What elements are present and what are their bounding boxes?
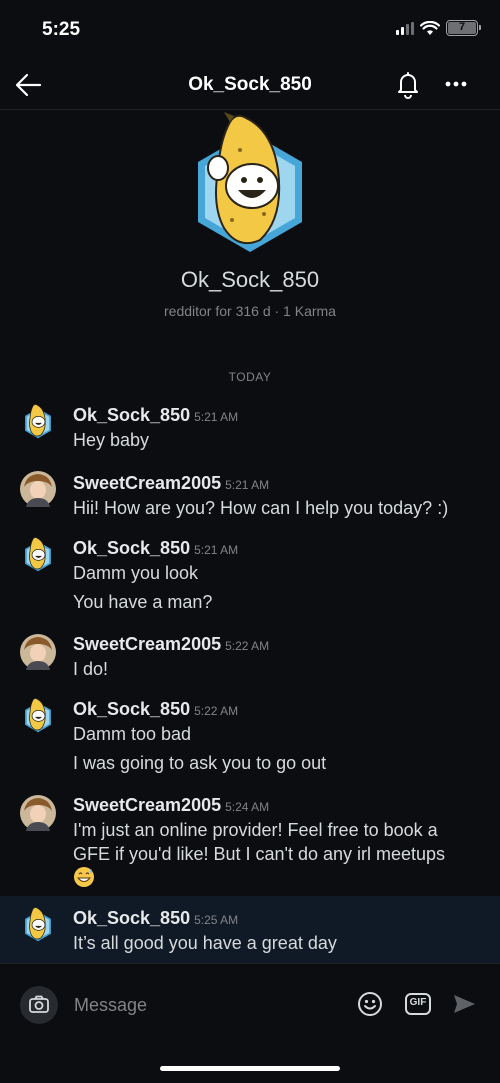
banana-avatar[interactable] — [190, 110, 310, 255]
message-header: SweetCream2005 5:24 AM — [73, 795, 269, 816]
message-time: 5:22 AM — [225, 639, 270, 653]
message-username[interactable]: SweetCream2005 — [73, 634, 221, 654]
message-header: SweetCream2005 5:21 AM — [73, 473, 269, 494]
message-group: SweetCream2005 5:22 AM I do! — [0, 621, 500, 687]
banana-avatar[interactable] — [20, 906, 56, 942]
profile-card: Ok_Sock_850 redditor for 316 d · 1 Karma — [0, 110, 500, 340]
message-time: 5:25 AM — [194, 913, 239, 927]
message-username[interactable]: SweetCream2005 — [73, 473, 221, 493]
bell-icon[interactable] — [392, 68, 424, 100]
banana-avatar[interactable] — [20, 536, 56, 572]
chat-header: Ok_Sock_850 — [0, 60, 500, 110]
wifi-icon — [420, 20, 440, 35]
message-text: GFE if you'd like! But I can't do any ir… — [73, 844, 446, 864]
message-header: Ok_Sock_850 5:21 AM — [73, 538, 238, 559]
profile-name[interactable]: Ok_Sock_850 — [0, 267, 500, 293]
message-group: Ok_Sock_850 5:21 AM Hey baby — [0, 395, 500, 461]
message-text: It’s all good you have a great day — [73, 933, 337, 953]
message-header: Ok_Sock_850 5:21 AM — [73, 405, 238, 426]
message-time: 5:22 AM — [194, 704, 239, 718]
message-username[interactable]: SweetCream2005 — [73, 795, 221, 815]
message-text: I was going to ask you to go out — [73, 753, 327, 773]
battery-level: 7 — [448, 22, 476, 34]
gif-label: GIF — [409, 997, 427, 1008]
message-composer: GIF — [0, 963, 500, 1043]
message-username[interactable]: Ok_Sock_850 — [73, 908, 190, 928]
message-header: Ok_Sock_850 5:22 AM — [73, 699, 238, 720]
home-indicator[interactable] — [160, 1066, 340, 1071]
message-time: 5:21 AM — [194, 543, 239, 557]
message-group: Ok_Sock_850 5:25 AM It’s all good you hav… — [0, 896, 500, 963]
message-text: Hii! How are you? How can I help you tod… — [73, 498, 449, 518]
message-group: SweetCream2005 5:21 AM Hii! How are you? … — [0, 461, 500, 527]
user-photo-avatar[interactable] — [20, 634, 56, 670]
smiley-icon[interactable] — [356, 990, 384, 1018]
message-header: SweetCream2005 5:22 AM — [73, 634, 269, 655]
message-username[interactable]: Ok_Sock_850 — [73, 699, 190, 719]
battery-icon: 7 — [446, 20, 481, 36]
message-time: 5:21 AM — [194, 410, 239, 424]
message-text: I'm just an online provider! Feel free t… — [73, 820, 438, 840]
message-input[interactable] — [74, 986, 344, 1024]
message-header: Ok_Sock_850 5:25 AM — [73, 908, 238, 929]
message-time: 5:21 AM — [225, 478, 270, 492]
message-text: Hey baby — [73, 430, 150, 450]
gif-button[interactable]: GIF — [404, 990, 432, 1018]
message-group: SweetCream2005 5:24 AM I'm just an online… — [0, 783, 500, 896]
grinning-sweat-emoji-icon — [74, 867, 94, 887]
message-username[interactable]: Ok_Sock_850 — [73, 538, 190, 558]
message-group: Ok_Sock_850 5:22 AM Damm too bad I was go… — [0, 687, 500, 783]
message-text: I do! — [73, 659, 109, 679]
send-icon[interactable] — [450, 990, 478, 1018]
message-time: 5:24 AM — [225, 800, 270, 814]
profile-meta: redditor for 316 d · 1 Karma — [164, 303, 336, 319]
chat-title: Ok_Sock_850 — [188, 74, 312, 95]
date-divider: TODAY — [228, 370, 272, 384]
user-photo-avatar[interactable] — [20, 795, 56, 831]
status-time: 5:25 — [42, 19, 81, 40]
banana-avatar[interactable] — [20, 697, 56, 733]
message-text: Damm too bad — [73, 724, 192, 744]
message-text: You have a man? — [73, 592, 213, 612]
message-username[interactable]: Ok_Sock_850 — [73, 405, 190, 425]
message-group: Ok_Sock_850 5:21 AM Damm you look You hav… — [0, 527, 500, 621]
cellular-signal-icon — [396, 21, 414, 35]
more-dots-icon[interactable] — [440, 68, 472, 100]
status-bar: 5:25 7 — [0, 0, 500, 60]
status-indicators: 7 — [396, 20, 481, 36]
message-text: Damm you look — [73, 563, 199, 583]
user-photo-avatar[interactable] — [20, 471, 56, 507]
banana-avatar[interactable] — [20, 403, 56, 439]
camera-icon — [29, 995, 49, 1013]
camera-button[interactable] — [20, 986, 58, 1024]
